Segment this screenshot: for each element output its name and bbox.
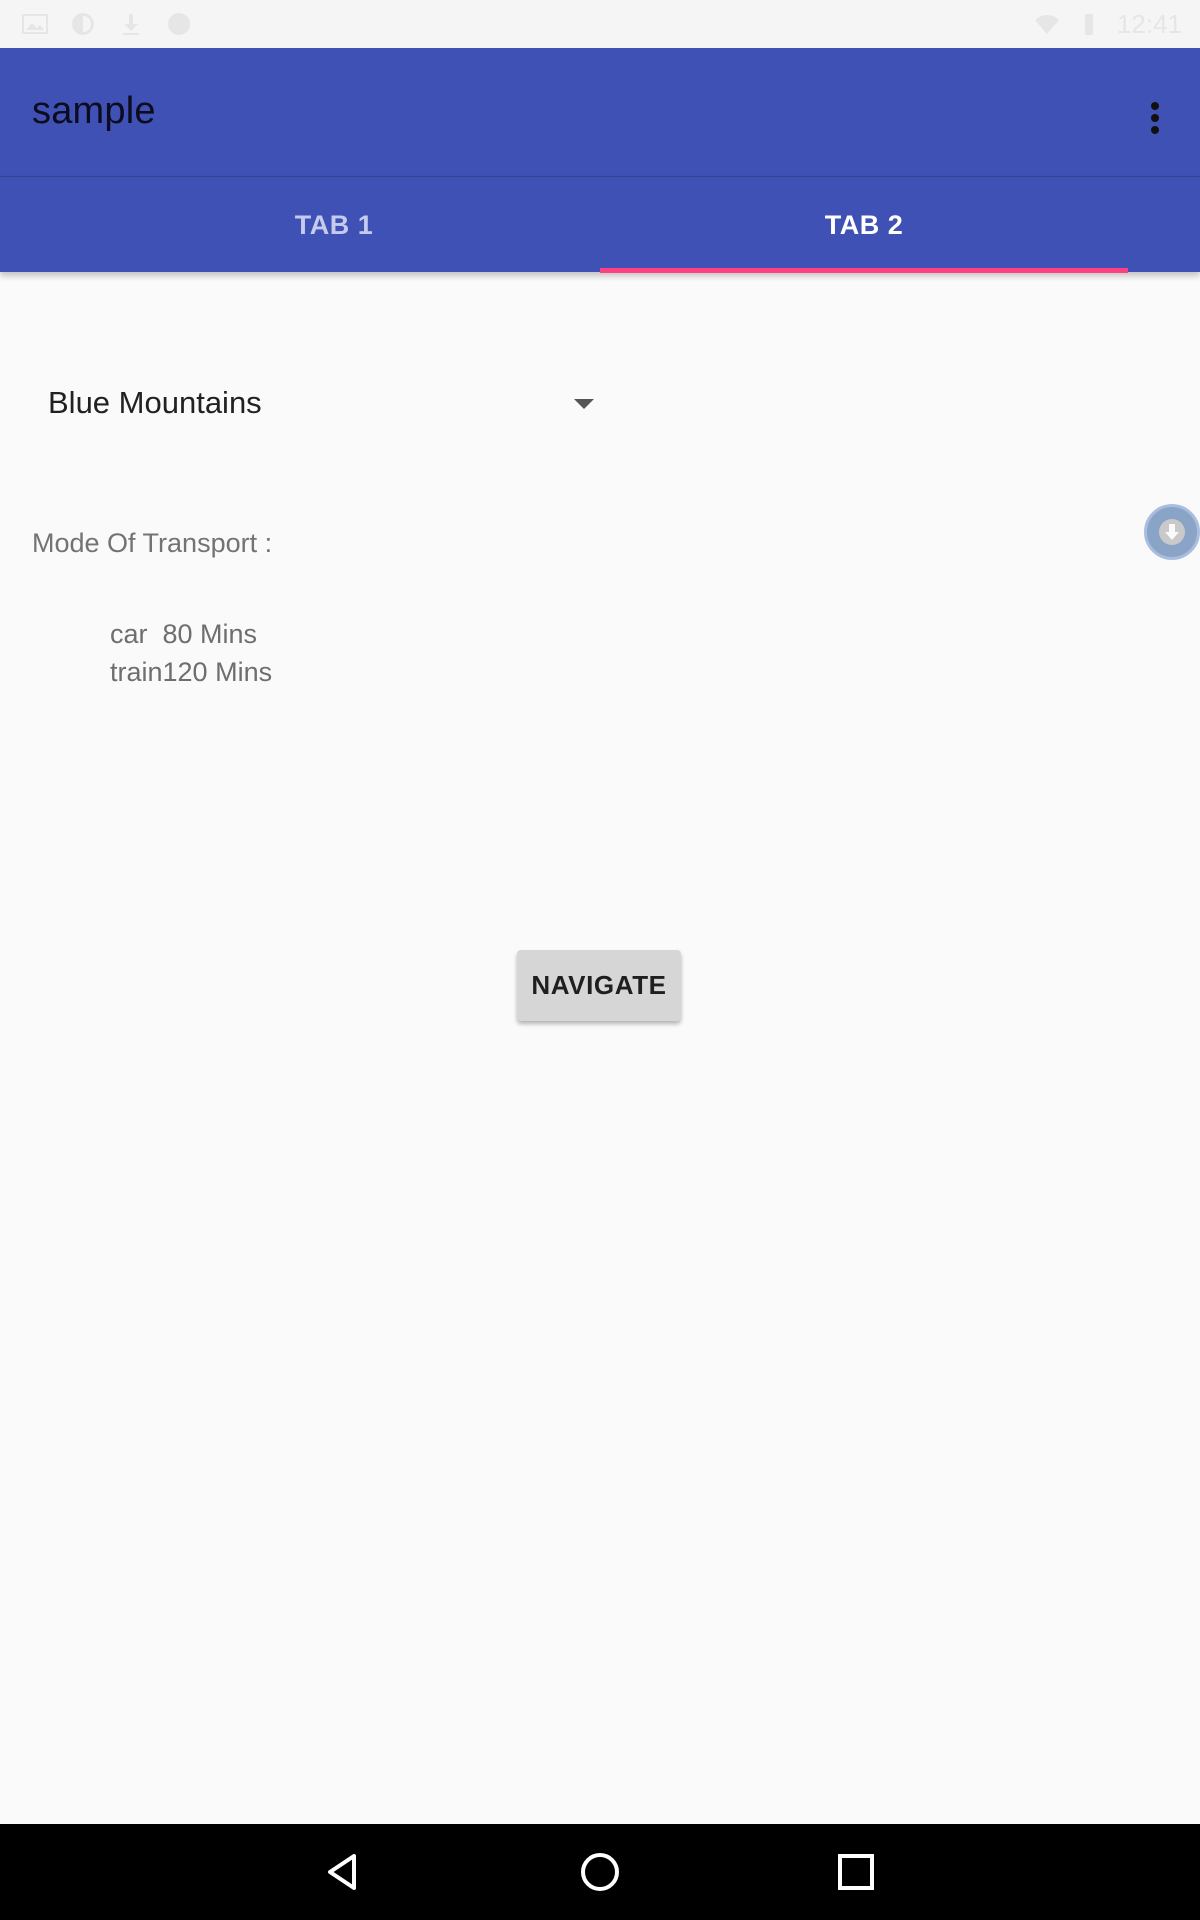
dropdown-arrow-icon [574, 399, 594, 409]
tab-1[interactable]: TAB 1 [70, 177, 598, 273]
back-icon[interactable] [320, 1848, 368, 1896]
home-icon[interactable] [576, 1848, 624, 1896]
status-bar: 12:41 [0, 0, 1200, 48]
tab-bar: TAB 1 TAB 2 [0, 176, 1200, 273]
transport-item-train: train120 Mins [110, 657, 273, 687]
navigate-button[interactable]: NAVIGATE [517, 950, 681, 1021]
download-arrow-icon[interactable] [1144, 504, 1200, 560]
transport-list: car 80 Mins train120 Mins [110, 615, 272, 691]
sync-icon [72, 13, 94, 35]
image-icon [22, 14, 48, 34]
spinner-selected-value: Blue Mountains [48, 385, 262, 420]
battery-icon [1085, 14, 1093, 35]
system-nav-bar [0, 1824, 1200, 1920]
circle-icon [168, 13, 190, 35]
download-icon [123, 14, 139, 35]
recents-icon[interactable] [832, 1848, 880, 1896]
app-bar: sample [0, 48, 1200, 176]
transport-item-car: car 80 Mins [110, 619, 258, 649]
status-time: 12:41 [1116, 9, 1182, 39]
app-title: sample [32, 90, 156, 132]
mode-of-transport-label: Mode Of Transport : [32, 528, 273, 558]
tab-indicator [600, 268, 1128, 273]
arrow-down-icon [1159, 519, 1185, 545]
tab-2[interactable]: TAB 2 [600, 177, 1128, 273]
wifi-icon [1035, 15, 1059, 34]
more-vert-icon[interactable] [1138, 96, 1172, 140]
